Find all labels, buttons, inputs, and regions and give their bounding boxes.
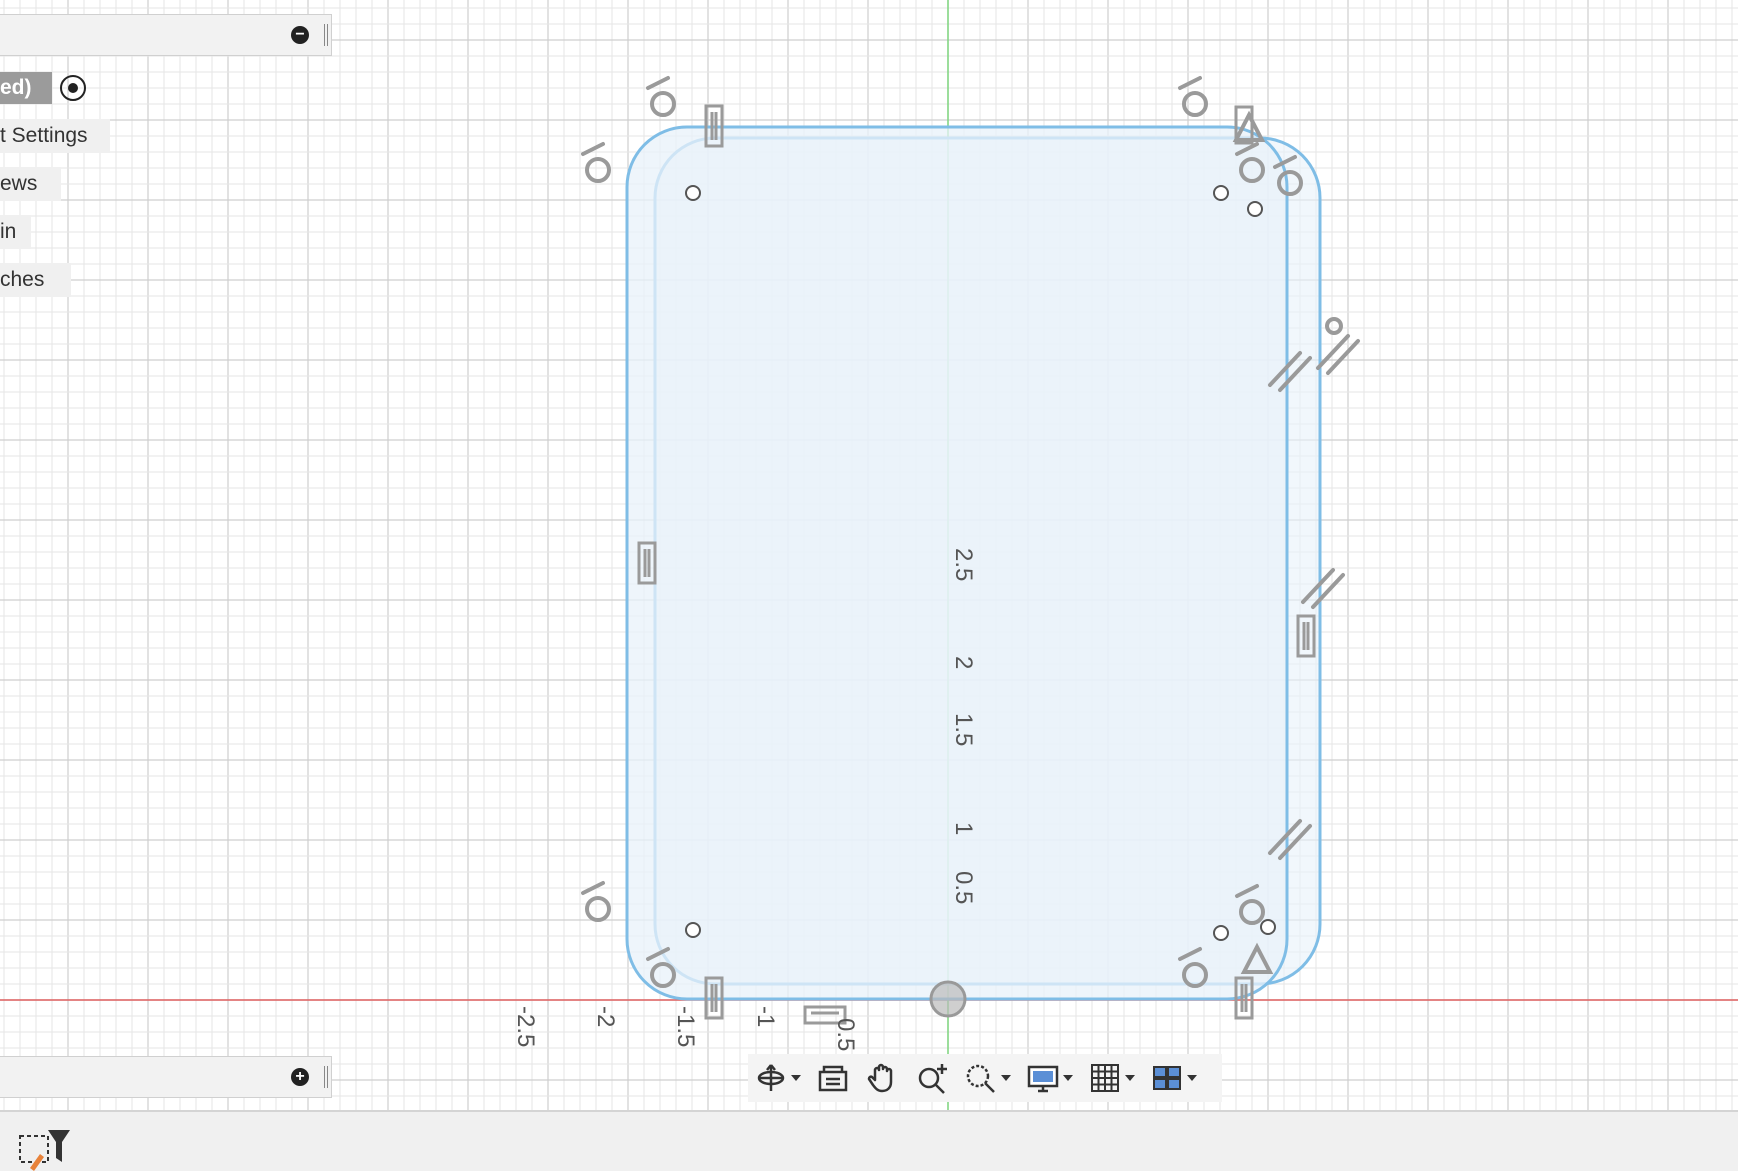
y-axis-label: 1 bbox=[950, 822, 977, 835]
orbit-icon bbox=[757, 1064, 785, 1091]
corner-point[interactable] bbox=[1247, 201, 1263, 217]
pan-button[interactable] bbox=[866, 1060, 900, 1096]
zoom-window-icon bbox=[966, 1064, 995, 1093]
browser-node-selected[interactable]: ed) bbox=[0, 72, 52, 104]
y-axis-label: 2.5 bbox=[950, 548, 977, 581]
minus-circle-icon[interactable]: − bbox=[291, 26, 309, 44]
zoom-icon bbox=[918, 1064, 947, 1094]
x-axis-label: -1 bbox=[752, 1006, 779, 1027]
pan-hand-icon bbox=[867, 1063, 893, 1093]
corner-point[interactable] bbox=[685, 922, 701, 938]
parallel-constraint-icon[interactable] bbox=[1316, 334, 1360, 375]
display-settings-button[interactable] bbox=[1026, 1060, 1073, 1096]
x-axis-label: 0.5 bbox=[832, 1018, 859, 1051]
y-axis-label: 1.5 bbox=[950, 713, 977, 746]
browser-node-views[interactable]: ews bbox=[0, 167, 61, 201]
sketch-rectangle-icon[interactable] bbox=[16, 1128, 72, 1173]
browser-panel-header: − bbox=[0, 14, 332, 56]
x-axis-label: -2 bbox=[592, 1006, 619, 1027]
sketch-canvas[interactable]: 2.5 2 1.5 1 0.5 -2.5 -2 -1.5 -1 0.5 bbox=[0, 0, 1738, 1110]
x-axis-label: -1.5 bbox=[672, 1006, 699, 1047]
browser-node-origin[interactable]: in bbox=[0, 215, 31, 249]
timeline-bar bbox=[0, 1110, 1738, 1171]
corner-point[interactable] bbox=[1213, 925, 1229, 941]
comments-panel-header: + bbox=[0, 1056, 332, 1098]
corner-point[interactable] bbox=[685, 185, 701, 201]
viewports-icon bbox=[1153, 1066, 1181, 1090]
activate-radio[interactable] bbox=[60, 75, 86, 101]
zoom-window-button[interactable] bbox=[964, 1060, 1011, 1096]
look-at-icon bbox=[818, 1065, 848, 1092]
panel-grip[interactable] bbox=[324, 1066, 328, 1088]
corner-point[interactable] bbox=[1213, 185, 1229, 201]
plus-circle-icon[interactable]: + bbox=[291, 1068, 309, 1086]
origin-point[interactable] bbox=[929, 980, 967, 1018]
grid-settings-button[interactable] bbox=[1088, 1060, 1135, 1096]
y-axis-label: 2 bbox=[950, 656, 977, 669]
viewports-button[interactable] bbox=[1150, 1060, 1197, 1096]
display-settings-icon bbox=[1027, 1065, 1059, 1093]
navigation-bar bbox=[748, 1054, 1222, 1102]
browser-node-settings[interactable]: t Settings bbox=[0, 119, 110, 153]
browser-node-sketches[interactable]: ches bbox=[0, 263, 71, 297]
x-axis-label: -2.5 bbox=[512, 1006, 539, 1047]
grid-settings-icon bbox=[1091, 1064, 1119, 1092]
y-axis-label: 0.5 bbox=[950, 871, 977, 904]
tangent-constraint-icon[interactable] bbox=[646, 76, 676, 117]
look-at-button[interactable] bbox=[816, 1060, 850, 1096]
zoom-button[interactable] bbox=[916, 1060, 950, 1096]
corner-point[interactable] bbox=[1260, 919, 1276, 935]
coincident-constraint-icon[interactable] bbox=[1325, 317, 1343, 335]
orbit-button[interactable] bbox=[754, 1060, 801, 1096]
panel-grip[interactable] bbox=[324, 24, 328, 46]
tangent-constraint-icon[interactable] bbox=[1178, 76, 1208, 117]
